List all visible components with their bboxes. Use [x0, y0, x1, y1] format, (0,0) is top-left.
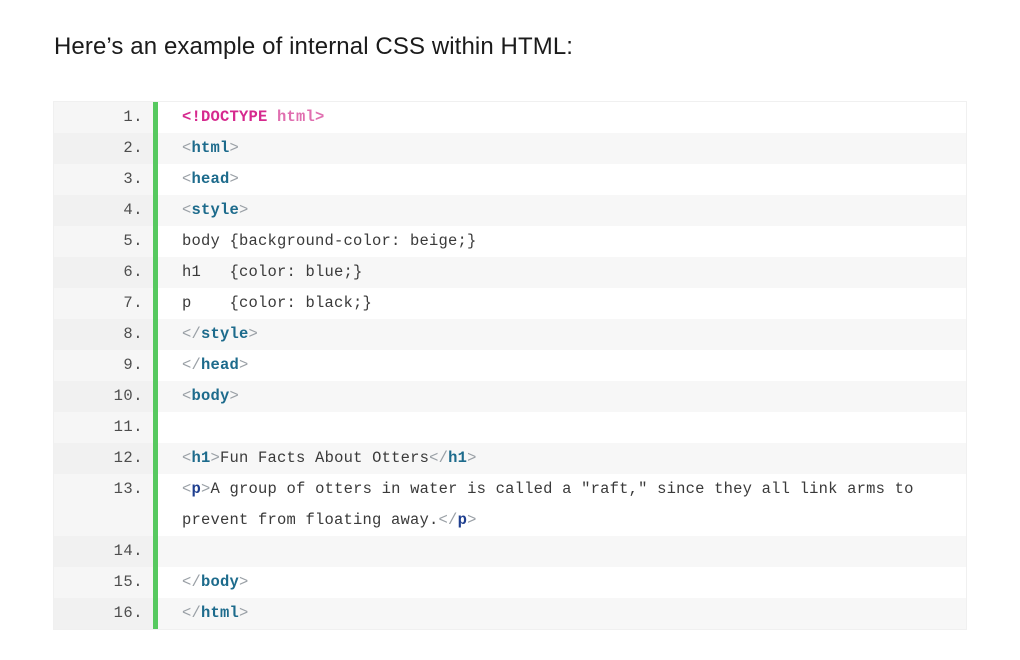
code-line-content: <h1>Fun Facts About Otters</h1>	[158, 443, 966, 474]
line-number: 10.	[54, 381, 153, 412]
code-token-tag-p: p	[192, 480, 202, 498]
code-line-content: <p>A group of otters in water is called …	[158, 474, 966, 536]
code-token-text: A group of otters in water is called a "…	[182, 480, 923, 529]
code-block: 1.<!DOCTYPE html>2.<html>3.<head>4.<styl…	[53, 101, 967, 630]
line-number: 12.	[54, 443, 153, 474]
code-token-punct: </	[429, 449, 448, 467]
code-line-content: <style>	[158, 195, 966, 226]
code-token-punct: </	[182, 356, 201, 374]
line-number: 3.	[54, 164, 153, 195]
code-token-punct: >	[239, 604, 249, 622]
code-line-row: 9.</head>	[54, 350, 966, 381]
line-number: 15.	[54, 567, 153, 598]
code-line-row: 6. h1 {color: blue;}	[54, 257, 966, 288]
line-number: 2.	[54, 133, 153, 164]
line-number: 4.	[54, 195, 153, 226]
code-line-content: </head>	[158, 350, 966, 381]
code-token-plain: h1 {color: blue;}	[182, 263, 363, 281]
code-token-tag: h1	[192, 449, 211, 467]
code-line-row: 4.<style>	[54, 195, 966, 226]
code-token-tag: html	[192, 139, 230, 157]
code-token-tag: body	[201, 573, 239, 591]
code-line-content: h1 {color: blue;}	[158, 257, 966, 288]
code-token-punct: <	[182, 170, 192, 188]
code-line-content: body {background-color: beige;}	[158, 226, 966, 257]
code-token-text: Fun Facts About Otters	[220, 449, 429, 467]
code-token-punct: </	[439, 511, 458, 529]
code-line-row: 11.	[54, 412, 966, 443]
code-line-row: 12.<h1>Fun Facts About Otters</h1>	[54, 443, 966, 474]
code-line-row: 13.<p>A group of otters in water is call…	[54, 474, 966, 536]
code-line-content: <html>	[158, 133, 966, 164]
code-token-punct: <	[182, 201, 192, 219]
code-token-punct: >	[249, 325, 259, 343]
code-line-content: <!DOCTYPE html>	[158, 102, 966, 133]
code-line-content: </html>	[158, 598, 966, 629]
code-token-punct: >	[201, 480, 211, 498]
line-number: 7.	[54, 288, 153, 319]
code-token-punct: >	[467, 511, 477, 529]
line-number: 16.	[54, 598, 153, 629]
code-token-tag: style	[192, 201, 240, 219]
code-line-content: </style>	[158, 319, 966, 350]
code-token-plain: body {background-color: beige;}	[182, 232, 477, 250]
code-token-doctype: <!DOCTYPE	[182, 108, 268, 126]
code-line-content	[158, 412, 966, 443]
line-number: 11.	[54, 412, 153, 443]
code-token-punct: <	[182, 139, 192, 157]
code-token-punct: >	[230, 139, 240, 157]
code-token-punct: >	[239, 201, 249, 219]
code-token-punct: >	[230, 387, 240, 405]
code-token-tag: h1	[448, 449, 467, 467]
code-token-punct: >	[230, 170, 240, 188]
code-line-row: 8.</style>	[54, 319, 966, 350]
code-token-punct: >	[467, 449, 477, 467]
code-token-tag-p: p	[458, 511, 468, 529]
code-line-content	[158, 536, 966, 567]
code-line-content: </body>	[158, 567, 966, 598]
code-token-punct: >	[239, 573, 249, 591]
code-token-punct: </	[182, 573, 201, 591]
code-token-plain	[268, 108, 278, 126]
page-title: Here’s an example of internal CSS within…	[54, 30, 573, 64]
code-line-list: 1.<!DOCTYPE html>2.<html>3.<head>4.<styl…	[54, 102, 966, 629]
line-number: 6.	[54, 257, 153, 288]
line-number: 8.	[54, 319, 153, 350]
code-line-row: 3.<head>	[54, 164, 966, 195]
line-number: 9.	[54, 350, 153, 381]
code-line-content: p {color: black;}	[158, 288, 966, 319]
code-token-tag: head	[192, 170, 230, 188]
code-token-tag: style	[201, 325, 249, 343]
page-root: Here’s an example of internal CSS within…	[0, 0, 1020, 660]
code-line-row: 7. p {color: black;}	[54, 288, 966, 319]
code-token-tag: body	[192, 387, 230, 405]
code-line-content: <body>	[158, 381, 966, 412]
code-line-content: <head>	[158, 164, 966, 195]
code-token-punct: <	[182, 449, 192, 467]
code-line-row: 2.<html>	[54, 133, 966, 164]
code-token-punct: </	[182, 604, 201, 622]
code-token-plain: p {color: black;}	[182, 294, 372, 312]
code-line-row: 5. body {background-color: beige;}	[54, 226, 966, 257]
code-token-punct: </	[182, 325, 201, 343]
code-token-tag: head	[201, 356, 239, 374]
line-number: 14.	[54, 536, 153, 567]
code-line-row: 1.<!DOCTYPE html>	[54, 102, 966, 133]
line-number: 1.	[54, 102, 153, 133]
code-token-punct: >	[211, 449, 221, 467]
code-token-punct: <	[182, 387, 192, 405]
code-line-row: 15.</body>	[54, 567, 966, 598]
code-token-punct: <	[182, 480, 192, 498]
code-line-row: 14.	[54, 536, 966, 567]
code-token-doctype-name: html>	[277, 108, 325, 126]
code-token-tag: html	[201, 604, 239, 622]
code-line-row: 10.<body>	[54, 381, 966, 412]
line-number: 5.	[54, 226, 153, 257]
code-token-punct: >	[239, 356, 249, 374]
line-number: 13.	[54, 474, 153, 536]
code-line-row: 16.</html>	[54, 598, 966, 629]
